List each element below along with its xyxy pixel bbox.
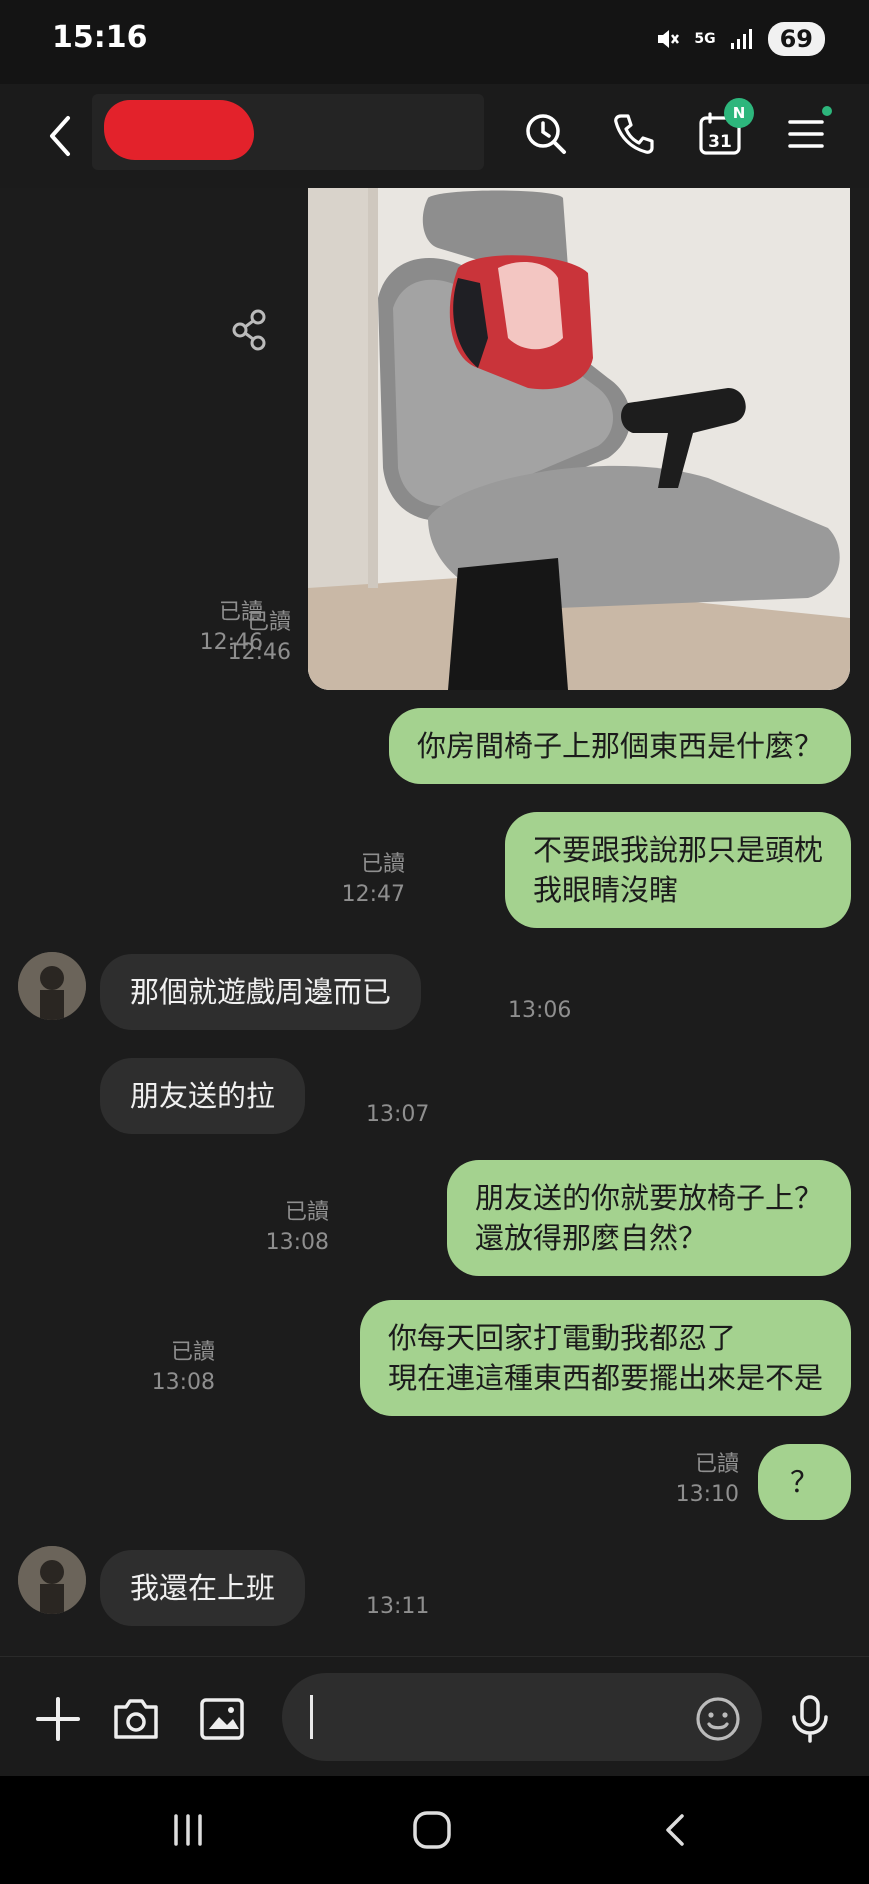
status-bar: 15:16 5G 69 (0, 0, 869, 84)
avatar-image (18, 1546, 86, 1614)
message-bubble-outgoing[interactable]: 你房間椅子上那個東西是什麼？ (388, 708, 851, 784)
menu-button[interactable] (776, 104, 836, 164)
read-receipt-m1: 已讀 12:46 (199, 600, 263, 655)
home-icon (413, 1811, 451, 1849)
signal-icon (730, 29, 752, 49)
read-receipt-m2: 已讀 12:47 (341, 852, 405, 907)
contact-avatar[interactable] (18, 1546, 86, 1614)
network-label: 5G (694, 31, 716, 47)
image-icon (200, 1698, 244, 1740)
recent-apps-button[interactable] (160, 1802, 216, 1858)
message-bubble-incoming[interactable]: 我還在上班 (100, 1550, 306, 1626)
office-chair-photo (308, 188, 850, 690)
add-button[interactable] (30, 1691, 86, 1747)
read-receipt-m6: 已讀 13:08 (151, 1340, 215, 1395)
notification-badge: N (724, 98, 754, 128)
gallery-button[interactable] (194, 1691, 250, 1747)
message-time-m8: 13:11 (366, 1594, 430, 1619)
contact-avatar[interactable] (18, 952, 86, 1020)
message-bubble-outgoing[interactable]: 你每天回家打電動我都忍了 現在連這種東西都要擺出來是不是 (359, 1300, 851, 1416)
home-button[interactable] (404, 1802, 460, 1858)
microphone-icon (792, 1695, 828, 1743)
message-composer (0, 1656, 869, 1776)
system-back-button[interactable] (648, 1802, 704, 1858)
chat-area[interactable]: 已讀 12:46 已讀 12:46 你房間椅子上那個東西是什麼？ 已讀 12:4… (0, 188, 869, 1656)
call-button[interactable] (604, 104, 664, 164)
menu-notification-dot (822, 106, 832, 116)
message-time-m3: 13:06 (508, 998, 572, 1023)
share-icon (232, 309, 266, 351)
back-arrow-icon (50, 116, 70, 156)
avatar-image (18, 952, 86, 1020)
message-time-m4: 13:07 (366, 1102, 430, 1127)
system-navigation-bar (0, 1776, 869, 1884)
chat-photo[interactable] (308, 188, 850, 690)
camera-button[interactable] (108, 1691, 164, 1747)
message-bubble-outgoing[interactable]: 朋友送的你就要放椅子上？ 還放得那麼自然？ (446, 1160, 851, 1276)
search-history-button[interactable] (516, 104, 576, 164)
mute-icon (658, 30, 680, 48)
camera-icon (114, 1699, 158, 1739)
read-receipt-m5: 已讀 13:08 (265, 1200, 329, 1255)
calendar-button[interactable]: 31 N (690, 98, 754, 164)
voice-button[interactable] (782, 1691, 838, 1747)
phone-icon (614, 114, 654, 154)
read-receipt-m7: 已讀 13:10 (675, 1452, 739, 1507)
calendar-day: 31 (708, 132, 732, 152)
smiley-icon (696, 1697, 740, 1741)
clock-search-icon (526, 114, 566, 154)
contact-name[interactable] (92, 94, 484, 170)
message-bubble-outgoing[interactable]: 不要跟我說那只是頭枕 我眼睛沒瞎 (504, 812, 851, 928)
share-button[interactable] (230, 308, 270, 352)
message-bubble-incoming[interactable]: 那個就遊戲周邊而已 (100, 954, 422, 1030)
status-indicators: 5G 69 (654, 22, 825, 56)
chevron-left-icon (666, 1814, 684, 1846)
back-button[interactable] (40, 106, 80, 166)
plus-icon (36, 1697, 80, 1741)
message-bubble-outgoing[interactable]: ？ (757, 1444, 851, 1520)
redaction-mark (104, 100, 254, 160)
text-cursor (310, 1695, 313, 1739)
recent-apps-icon (174, 1814, 202, 1846)
status-time: 15:16 (52, 20, 148, 55)
emoji-button[interactable] (690, 1691, 746, 1747)
chat-header: 31 N (0, 84, 869, 188)
menu-icon (788, 120, 824, 148)
battery-level: 69 (767, 22, 825, 56)
message-bubble-incoming[interactable]: 朋友送的拉 (100, 1058, 306, 1134)
